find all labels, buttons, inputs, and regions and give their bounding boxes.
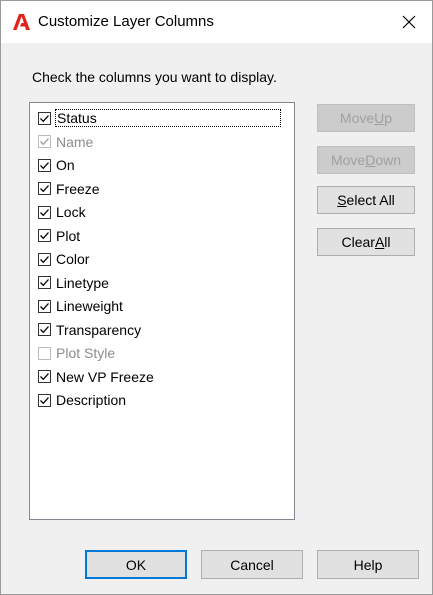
instruction-text: Check the columns you want to display. [32,69,277,85]
column-item-new-vp-freeze[interactable]: New VP Freeze [38,368,154,386]
column-item-lock[interactable]: Lock [38,203,86,221]
ok-button[interactable]: OK [85,550,187,579]
column-item-label: Status [55,109,281,127]
columns-listbox[interactable]: Status Name On Freeze Lock Plot Color Linetype L… [29,102,295,520]
column-item-label: Color [56,251,90,267]
checked-checkbox[interactable] [38,182,51,195]
checkmark-icon [40,326,49,334]
column-item-status[interactable]: Status [38,109,281,127]
column-item-linetype[interactable]: Linetype [38,274,109,292]
checked-checkbox[interactable] [38,205,51,219]
column-item-label: Linetype [56,274,109,291]
column-item-color[interactable]: Color [38,250,89,268]
column-item-name[interactable]: Name [38,133,93,151]
move-up-button[interactable]: Move Up [317,104,415,132]
checkmark-icon [40,232,49,240]
dialog-title: Customize Layer Columns [38,13,214,30]
column-item-plot-style[interactable]: Plot Style [38,344,115,362]
column-item-label: Description [56,392,127,408]
checked-checkbox[interactable] [38,229,51,242]
column-item-label: Freeze [56,180,100,197]
checkmark-icon [40,279,49,287]
column-item-description[interactable]: Description [38,391,126,409]
select-all-button[interactable]: Select All [317,186,415,214]
checkmark-icon [40,208,49,216]
column-item-label: Lineweight [56,298,123,314]
column-item-label: Name [56,133,94,150]
column-item-label: Plot Style [56,345,116,361]
column-item-on[interactable]: On [38,156,75,174]
checked-checkbox[interactable] [38,111,51,125]
checkmark-icon [40,396,49,404]
checkmark-icon [40,138,49,146]
column-item-label: On [56,157,75,173]
checked-checkbox[interactable] [38,299,51,313]
checkmark-icon [40,114,49,122]
column-item-lineweight[interactable]: Lineweight [38,297,123,315]
customize-layer-columns-dialog: Customize Layer Columns Check the column… [0,0,433,595]
column-item-label: Lock [56,204,86,220]
move-down-button[interactable]: Move Down [317,146,415,174]
cancel-button[interactable]: Cancel [201,550,303,579]
column-item-freeze[interactable]: Freeze [38,180,100,198]
clear-all-button[interactable]: Clear All [317,228,415,256]
checked-checkbox[interactable] [38,135,51,148]
close-button[interactable] [386,1,432,43]
unchecked-checkbox[interactable] [38,346,51,360]
checkmark-icon [40,185,49,193]
checked-checkbox[interactable] [38,276,51,289]
column-item-transparency[interactable]: Transparency [38,321,141,339]
column-item-label: New VP Freeze [56,368,154,385]
checked-checkbox[interactable] [38,323,51,336]
title-bar[interactable]: Customize Layer Columns [1,1,432,43]
close-icon [402,15,416,29]
checkmark-icon [40,161,49,169]
checked-checkbox[interactable] [38,158,51,172]
checked-checkbox[interactable] [38,252,51,266]
help-button[interactable]: Help [317,550,419,579]
checked-checkbox[interactable] [38,393,51,407]
checkmark-icon [40,302,49,310]
checkmark-icon [40,373,49,381]
checked-checkbox[interactable] [38,370,51,383]
checkmark-icon [40,255,49,263]
column-item-plot[interactable]: Plot [38,227,80,245]
autocad-logo-icon [13,13,30,30]
column-item-label: Plot [56,227,81,244]
column-item-label: Transparency [56,321,142,338]
